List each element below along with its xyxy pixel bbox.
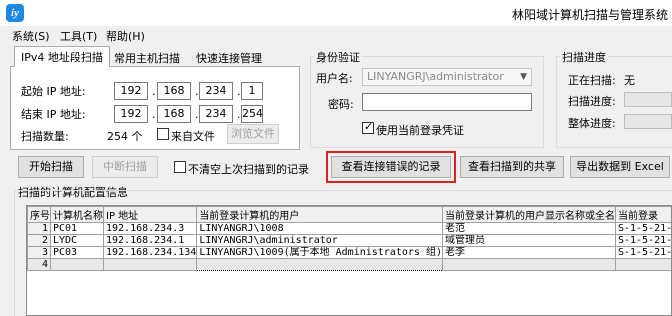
- start-ip-octet-4[interactable]: 1: [241, 82, 263, 100]
- dot: .: [195, 85, 199, 98]
- from-file-checkbox[interactable]: [157, 128, 169, 140]
- col-index[interactable]: 序号: [27, 206, 51, 223]
- cell-index: 2: [27, 234, 51, 247]
- dot: .: [237, 85, 241, 98]
- cell-index: 4: [27, 258, 51, 271]
- scanning-value: 无: [624, 74, 635, 87]
- cell-computer-name: LYDC: [50, 234, 104, 247]
- no-clear-checkbox[interactable]: [174, 161, 186, 173]
- end-ip-octet-4[interactable]: 254: [241, 105, 263, 123]
- cell-display-name: 老范: [441, 222, 616, 235]
- dot: .: [237, 108, 241, 121]
- cell-sid: S-1-5-21-: [614, 234, 671, 247]
- cell-computer-name: [50, 258, 104, 271]
- dot: .: [152, 85, 156, 98]
- menu-tools[interactable]: 工具(T): [60, 28, 97, 44]
- view-error-records-button[interactable]: 查看连接错误的记录: [331, 156, 451, 178]
- start-ip-octet-3[interactable]: 234: [199, 82, 233, 100]
- cell-ip: 192.168.234.1: [102, 234, 198, 247]
- table-row[interactable]: 4: [27, 258, 671, 271]
- total-progress-label: 整体进度:: [568, 117, 616, 130]
- start-ip-label: 起始 IP 地址:: [21, 85, 86, 98]
- view-shares-button[interactable]: 查看扫描到的共享: [460, 156, 564, 178]
- export-excel-button[interactable]: 导出数据到 Excel: [570, 156, 670, 178]
- results-grid[interactable]: 序号 计算机名称 IP 地址 当前登录计算机的用户 当前登录计算机的用户显示名称…: [26, 205, 672, 316]
- end-ip-octet-2[interactable]: 168: [157, 105, 191, 123]
- scan-count-value: 254 个: [107, 130, 143, 143]
- tab-ipv4-scan[interactable]: IPv4 地址段扫描: [14, 46, 110, 67]
- end-ip-octet-3[interactable]: 234: [199, 105, 233, 123]
- table-row[interactable]: 3 PC03 192.168.234.134 LINYANGRJ\1009(属于…: [27, 246, 671, 259]
- cell-user: LINYANGRJ\1008: [196, 222, 443, 235]
- cell-ip: [102, 258, 198, 271]
- progress-group-title: 扫描进度: [560, 49, 608, 65]
- password-input[interactable]: [362, 93, 532, 111]
- start-ip-octet-1[interactable]: 192: [114, 82, 148, 100]
- menu-system[interactable]: 系统(S): [12, 28, 50, 44]
- title-bar: iy 林阳域计算机扫描与管理系统: [0, 0, 672, 26]
- cell-user: [196, 258, 443, 271]
- scan-progress-label: 扫描进度:: [568, 95, 616, 108]
- password-label: 密码:: [328, 98, 354, 111]
- no-clear-label: 不清空上次扫描到的记录: [188, 163, 309, 176]
- cell-computer-name: PC03: [50, 246, 104, 259]
- scan-count-label: 扫描数量:: [21, 130, 69, 143]
- menu-bar: 系统(S) 工具(T) 帮助(H): [0, 26, 672, 44]
- scan-progress-bar: [624, 92, 672, 107]
- cell-display-name: [441, 258, 616, 271]
- auth-group-title: 身份验证: [314, 49, 362, 65]
- use-current-credentials-checkbox[interactable]: [362, 120, 374, 134]
- chevron-down-icon: ▼: [520, 72, 527, 82]
- cell-ip: 192.168.234.3: [102, 222, 198, 235]
- col-user-display-name[interactable]: 当前登录计算机的用户显示名称或全名: [441, 206, 616, 223]
- cell-sid: S-1-5-21-: [614, 246, 671, 259]
- table-row[interactable]: 2 LYDC 192.168.234.1 LINYANGRJ\administr…: [27, 234, 671, 247]
- table-row[interactable]: 1 PC01 192.168.234.3 LINYANGRJ\1008 老范 S…: [27, 222, 671, 235]
- use-current-credentials-label: 使用当前登录凭证: [376, 124, 464, 137]
- start-scan-button[interactable]: 开始扫描: [18, 156, 84, 178]
- cell-index: 3: [27, 246, 51, 259]
- scanning-label: 正在扫描:: [568, 74, 616, 87]
- col-computer-name[interactable]: 计算机名称: [50, 206, 104, 223]
- cell-ip: 192.168.234.134: [102, 246, 198, 259]
- total-progress-bar: [624, 114, 672, 129]
- dot: .: [195, 108, 199, 121]
- cell-display-name: 域管理员: [441, 234, 616, 247]
- col-logged-user[interactable]: 当前登录计算机的用户: [196, 206, 443, 223]
- dot: .: [152, 108, 156, 121]
- username-value: LINYANGRJ\administrator: [367, 70, 504, 83]
- window-title: 林阳域计算机扫描与管理系统: [511, 8, 668, 22]
- results-table: 序号 计算机名称 IP 地址 当前登录计算机的用户 当前登录计算机的用户显示名称…: [27, 206, 671, 271]
- cell-user: LINYANGRJ\1009(属于本地 Administrators 组): [196, 246, 443, 259]
- cell-computer-name: PC01: [50, 222, 104, 235]
- ipv4-scan-page: 起始 IP 地址: 192 . 168 . 234 . 1 结束 IP 地址: …: [10, 66, 300, 150]
- cell-user: LINYANGRJ\administrator: [196, 234, 443, 247]
- col-current-login[interactable]: 当前登录: [614, 206, 671, 223]
- tab-quick-connect[interactable]: 快速连接管理: [190, 48, 268, 66]
- stop-scan-button[interactable]: 中断扫描: [92, 156, 158, 178]
- table-header-row: 序号 计算机名称 IP 地址 当前登录计算机的用户 当前登录计算机的用户显示名称…: [27, 206, 671, 223]
- browse-file-button[interactable]: 浏览文件: [227, 124, 279, 144]
- end-ip-label: 结束 IP 地址:: [21, 108, 86, 121]
- menu-help[interactable]: 帮助(H): [106, 28, 145, 44]
- app-logo-icon: iy: [6, 4, 24, 22]
- username-label: 用户名:: [316, 72, 353, 85]
- cell-sid: [614, 258, 671, 271]
- tab-common-hosts[interactable]: 常用主机扫描: [108, 48, 186, 66]
- from-file-label: 来自文件: [171, 130, 215, 143]
- scan-mode-tabs: IPv4 地址段扫描 常用主机扫描 快速连接管理 起始 IP 地址: 192 .…: [10, 46, 305, 150]
- cell-display-name: 老李: [441, 246, 616, 259]
- start-ip-octet-2[interactable]: 168: [157, 82, 191, 100]
- col-ip-address[interactable]: IP 地址: [102, 206, 198, 223]
- cell-index: 1: [27, 222, 51, 235]
- cell-sid: S-1-5-21-: [614, 222, 671, 235]
- end-ip-octet-1[interactable]: 192: [114, 105, 148, 123]
- username-select[interactable]: LINYANGRJ\administrator ▼: [362, 68, 532, 86]
